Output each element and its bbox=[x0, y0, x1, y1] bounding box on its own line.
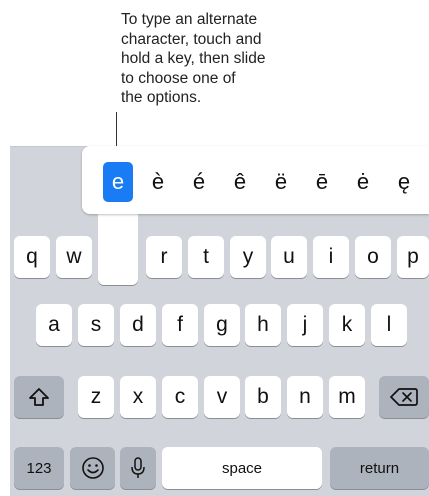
key-s[interactable]: s bbox=[78, 304, 114, 346]
microphone-icon bbox=[131, 457, 145, 478]
key-o[interactable]: o bbox=[355, 236, 391, 278]
delete-key[interactable] bbox=[379, 376, 429, 418]
key-v[interactable]: v bbox=[204, 376, 240, 418]
instruction-callout: To type an alternate character, touch an… bbox=[121, 10, 341, 108]
key-u[interactable]: u bbox=[271, 236, 307, 278]
option-e-acute[interactable]: é bbox=[184, 162, 214, 202]
key-g[interactable]: g bbox=[204, 304, 240, 346]
key-j[interactable]: j bbox=[287, 304, 323, 346]
callout-line: to choose one of bbox=[121, 69, 236, 87]
space-key[interactable]: space bbox=[162, 447, 322, 489]
callout-line: hold a key, then slide bbox=[121, 50, 266, 67]
return-key[interactable]: return bbox=[330, 447, 429, 489]
key-p[interactable]: p bbox=[397, 236, 429, 278]
shift-icon bbox=[29, 388, 49, 406]
key-h[interactable]: h bbox=[245, 304, 281, 346]
key-d[interactable]: d bbox=[120, 304, 156, 346]
key-r[interactable]: r bbox=[146, 236, 182, 278]
option-e-circumflex[interactable]: ê bbox=[225, 162, 255, 202]
key-n[interactable]: n bbox=[287, 376, 323, 418]
key-k[interactable]: k bbox=[329, 304, 365, 346]
key-i[interactable]: i bbox=[313, 236, 349, 278]
key-l[interactable]: l bbox=[371, 304, 407, 346]
dictation-key[interactable] bbox=[120, 447, 156, 489]
option-e-diaeresis[interactable]: ë bbox=[266, 162, 296, 202]
key-f[interactable]: f bbox=[162, 304, 198, 346]
option-e-dot[interactable]: ė bbox=[348, 162, 378, 202]
key-a[interactable]: a bbox=[36, 304, 72, 346]
key-z[interactable]: z bbox=[78, 376, 114, 418]
delete-icon bbox=[390, 388, 418, 406]
key-b[interactable]: b bbox=[245, 376, 281, 418]
key-w[interactable]: w bbox=[56, 236, 92, 278]
key-q[interactable]: q bbox=[14, 236, 50, 278]
option-e-ogonek[interactable]: ę bbox=[389, 162, 419, 202]
shift-key[interactable] bbox=[14, 376, 64, 418]
key-m[interactable]: m bbox=[329, 376, 365, 418]
callout-line: character, touch and bbox=[121, 30, 262, 48]
key-y[interactable]: y bbox=[230, 236, 266, 278]
key-c[interactable]: c bbox=[162, 376, 198, 418]
key-x[interactable]: x bbox=[120, 376, 156, 418]
option-e-macron[interactable]: ē bbox=[307, 162, 337, 202]
option-e-grave[interactable]: è bbox=[143, 162, 173, 202]
emoji-key[interactable] bbox=[70, 447, 115, 489]
key-t[interactable]: t bbox=[188, 236, 224, 278]
emoji-icon bbox=[81, 457, 104, 479]
numbers-key[interactable]: 123 bbox=[14, 447, 64, 489]
callout-line: the options. bbox=[121, 89, 202, 106]
key-e-pressed[interactable] bbox=[98, 208, 138, 285]
callout-line: To type an alternate bbox=[121, 11, 258, 28]
option-e[interactable]: e bbox=[103, 162, 133, 202]
